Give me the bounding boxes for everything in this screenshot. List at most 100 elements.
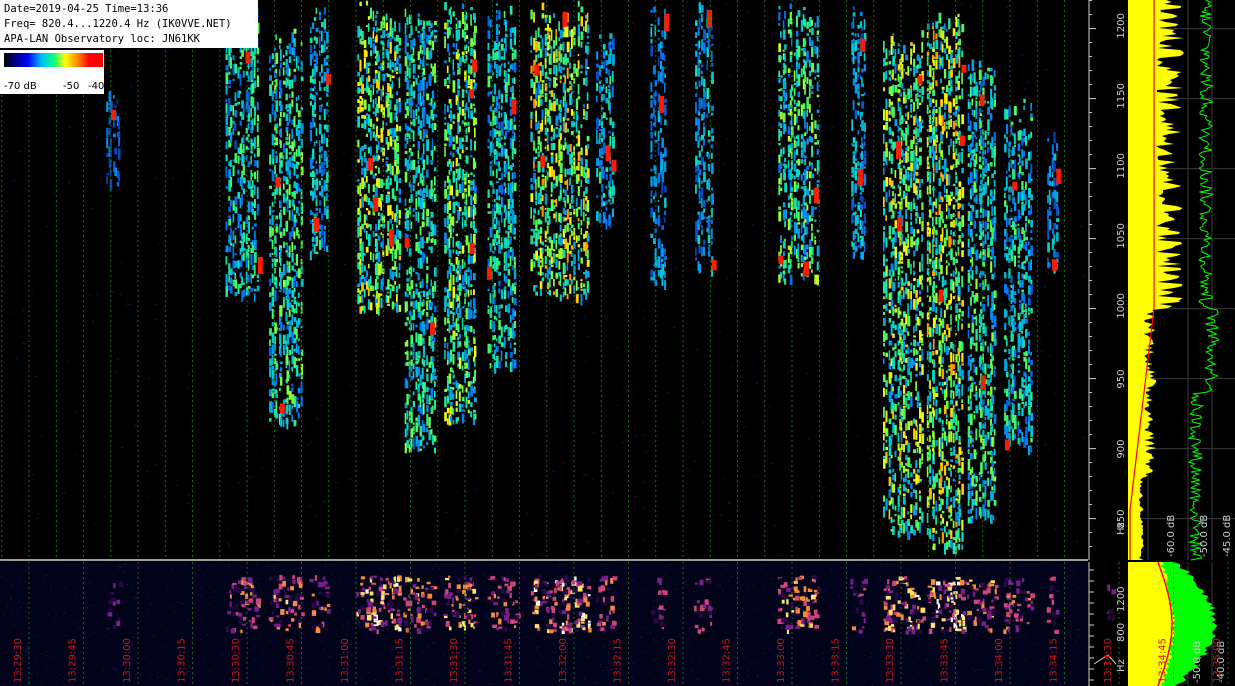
signal-streak (285, 220, 289, 232)
signal-streak (598, 85, 602, 94)
signal-streak (883, 506, 885, 518)
signal-streak (535, 219, 538, 232)
signal-streak (570, 109, 573, 116)
signal-streak (559, 275, 562, 287)
signal-streak (559, 144, 563, 150)
signal-streak (422, 209, 425, 220)
signal-streak (580, 6, 584, 13)
signal-streak (269, 339, 271, 347)
signal-streak (797, 258, 800, 262)
signal-streak (396, 153, 399, 165)
signal-streak (530, 36, 533, 46)
signal-streak (537, 151, 540, 158)
signal-streak (458, 207, 462, 212)
signal-streak (376, 275, 379, 280)
signal-streak (452, 387, 455, 390)
signal-streak (239, 74, 242, 86)
signal-streak (493, 155, 496, 165)
signal-streak (428, 26, 431, 32)
signal-streak (787, 74, 790, 78)
noise-speck (793, 532, 796, 534)
signal-streak (404, 198, 407, 207)
signal-streak (892, 270, 895, 277)
signal-streak (419, 250, 422, 255)
signal-streak (377, 135, 381, 139)
signal-streak (559, 183, 562, 189)
signal-streak (387, 303, 391, 306)
signal-streak (434, 337, 436, 343)
noise-speck (213, 82, 216, 84)
signal-streak (795, 115, 798, 124)
signal-streak (598, 65, 601, 76)
signal-streak (380, 232, 382, 235)
signal-streak (507, 303, 511, 314)
signal-streak (550, 143, 554, 151)
signal-streak (247, 286, 251, 289)
signal-streak (415, 26, 417, 31)
signal-streak (293, 214, 297, 223)
signal-streak (661, 243, 664, 247)
signal-streak (806, 77, 809, 84)
signal-streak (421, 399, 424, 403)
signal-streak (698, 80, 701, 88)
signal-streak (804, 185, 807, 197)
signal-streak (555, 77, 558, 80)
signal-streak (793, 139, 796, 148)
noise-speck (259, 47, 262, 49)
signal-peak (373, 197, 379, 212)
signal-streak (461, 51, 465, 55)
signal-streak (797, 62, 801, 69)
signal-streak (250, 272, 252, 284)
signal-streak (787, 152, 791, 157)
signal-streak (814, 219, 817, 222)
noise-speck (635, 495, 638, 497)
signal-streak (664, 98, 667, 103)
signal-streak (318, 50, 321, 56)
signal-streak (910, 103, 913, 113)
signal-streak (907, 489, 910, 493)
signal-streak (811, 223, 813, 231)
signal-streak (894, 203, 898, 209)
signal-streak (444, 183, 446, 188)
signal-streak (370, 50, 373, 57)
signal-streak (894, 85, 898, 93)
noise-speck (525, 144, 527, 146)
noise-speck (1033, 417, 1036, 419)
signal-streak (253, 171, 257, 180)
signal-streak (804, 51, 807, 57)
signal-streak (315, 168, 319, 175)
signal-streak (902, 133, 906, 141)
signal-streak (426, 134, 428, 138)
signal-streak (372, 253, 375, 263)
signal-streak (808, 181, 811, 191)
signal-streak (376, 90, 379, 94)
signal-streak (559, 80, 562, 83)
signal-streak (609, 48, 612, 56)
signal-streak (470, 154, 473, 158)
noise-speck (125, 305, 128, 307)
signal-streak (419, 58, 422, 65)
noise-speck (103, 496, 106, 498)
signal-streak (361, 74, 364, 82)
signal-streak (357, 288, 360, 293)
signal-streak (513, 148, 517, 154)
signal-streak (910, 89, 913, 98)
signal-streak (564, 101, 568, 113)
signal-streak (359, 1, 362, 7)
signal-streak (583, 26, 585, 31)
signal-peak (111, 109, 116, 121)
signal-streak (905, 473, 907, 483)
noise-speck (18, 151, 21, 152)
signal-streak (885, 446, 888, 451)
signal-streak (905, 54, 909, 61)
signal-streak (396, 224, 398, 229)
noise-speck (852, 261, 855, 263)
signal-streak (907, 356, 910, 369)
signal-streak (404, 71, 407, 75)
signal-streak (608, 199, 611, 202)
signal-streak (888, 309, 892, 314)
signal-streak (605, 200, 608, 205)
signal-streak (596, 51, 599, 60)
signal-streak (114, 167, 118, 177)
signal-streak (293, 420, 297, 427)
